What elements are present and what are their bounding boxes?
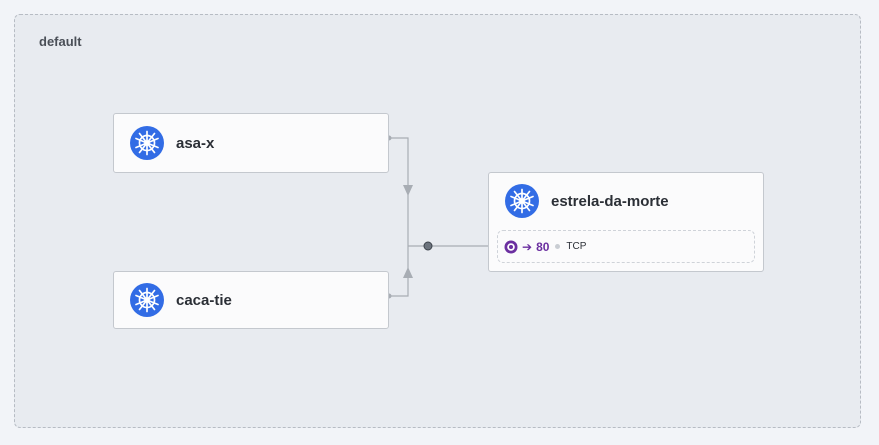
- separator-dot: [555, 244, 561, 249]
- edge-caca-tie: [389, 246, 409, 297]
- edge-junction[interactable]: [423, 241, 433, 251]
- edge-asa-x: [389, 137, 409, 246]
- port-arrow: ➔: [522, 239, 533, 254]
- node-card-caca-tie[interactable]: caca-tie: [113, 271, 389, 329]
- port-protocol: TCP: [566, 241, 587, 252]
- node-card-asa-x[interactable]: asa-x: [113, 113, 389, 173]
- port-target-icon: [504, 240, 518, 253]
- node-title: caca-tie: [176, 291, 232, 309]
- node-card-estrela-da-morte[interactable]: estrela-da-morte ➔ 80 TCP: [488, 172, 764, 272]
- port-entry[interactable]: ➔ 80 TCP: [504, 238, 586, 255]
- edge-arrow-asa-x: [403, 185, 413, 196]
- kubernetes-icon: [130, 283, 164, 317]
- kubernetes-icon: [505, 184, 539, 218]
- kubernetes-icon: [130, 126, 164, 160]
- edge-arrow-caca-tie: [403, 267, 413, 278]
- node-title: estrela-da-morte: [551, 192, 669, 210]
- topology-canvas: default asa-x caca-tie estrela-da-morte …: [0, 0, 879, 445]
- port-number: 80: [536, 239, 550, 254]
- node-title: asa-x: [176, 134, 215, 152]
